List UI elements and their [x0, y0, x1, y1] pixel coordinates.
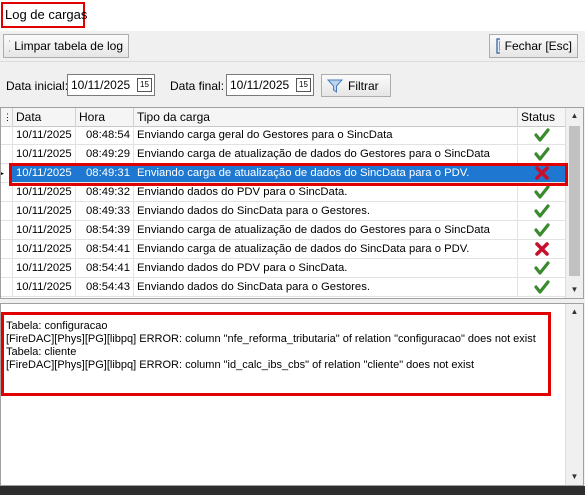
scroll-down-icon[interactable]: ▼ — [566, 469, 583, 485]
end-date-value: 10/11/2025 — [230, 78, 290, 92]
grid-scrollbar[interactable]: ▲ ▼ — [565, 108, 583, 298]
check-icon — [534, 261, 550, 275]
cell-type: Enviando dados do SincData para o Gestor… — [134, 202, 518, 220]
bottom-border — [0, 486, 585, 495]
grid-menu-icon[interactable]: ⋮ — [1, 108, 13, 126]
window-title: Log de cargas — [1, 2, 87, 28]
calendar-icon[interactable]: 15 — [137, 78, 152, 92]
check-icon — [534, 204, 550, 218]
cell-status — [518, 240, 567, 258]
close-label: Fechar [Esc] — [504, 39, 572, 53]
scroll-down-icon[interactable]: ▼ — [566, 282, 583, 298]
grid-header: ⋮ Data Hora Tipo da carga Status — [1, 108, 567, 127]
start-date-input[interactable]: 10/11/2025 15 — [67, 74, 155, 96]
cell-time: 08:48:54 — [76, 126, 134, 144]
cell-time: 08:54:43 — [76, 278, 134, 296]
column-header-type[interactable]: Tipo da carga — [134, 108, 518, 126]
cell-status — [518, 202, 567, 220]
scroll-up-icon[interactable]: ▲ — [566, 304, 583, 320]
title-bar: Log de cargas — [0, 0, 585, 31]
cell-status — [518, 221, 567, 239]
row-indicator-cell — [1, 145, 13, 163]
toolbar: Limpar tabela de log Fechar [Esc] — [0, 31, 585, 62]
cell-date: 10/11/2025 — [13, 240, 76, 258]
cell-date: 10/11/2025 — [13, 221, 76, 239]
end-date-label: Data final: — [170, 79, 225, 93]
row-indicator-cell — [1, 202, 13, 220]
row-pointer-icon: ▶ — [1, 164, 4, 182]
clear-log-label: Limpar tabela de log — [14, 39, 123, 53]
cell-status — [518, 126, 567, 144]
start-date-value: 10/11/2025 — [71, 78, 131, 92]
check-icon — [534, 185, 550, 199]
cell-type: Enviando dados do SincData para o Gestor… — [134, 278, 518, 296]
row-indicator-cell — [1, 240, 13, 258]
table-row[interactable]: 10/11/2025 08:48:54 Enviando carga geral d… — [1, 126, 567, 145]
cell-time: 08:54:41 — [76, 240, 134, 258]
cell-date: 10/11/2025 — [13, 259, 76, 277]
row-indicator-cell — [1, 126, 13, 144]
check-icon — [534, 128, 550, 142]
cell-time: 08:54:41 — [76, 259, 134, 277]
clear-log-button[interactable]: Limpar tabela de log — [3, 34, 129, 58]
cell-date: 10/11/2025 — [13, 278, 76, 296]
cell-time: 08:49:29 — [76, 145, 134, 163]
table-row[interactable]: 10/11/2025 08:49:33 Enviando dados do Sinc… — [1, 202, 567, 221]
cell-status — [518, 259, 567, 277]
cell-type: Enviando dados do PDV para o SincData. — [134, 259, 518, 277]
selected-row-highlight — [9, 163, 568, 186]
column-header-date[interactable]: Data — [13, 108, 76, 126]
filter-label: Filtrar — [348, 78, 379, 93]
cell-type: Enviando carga geral do Gestores para o … — [134, 126, 518, 144]
table-row[interactable]: 10/11/2025 08:54:41 Enviando carga de atua… — [1, 240, 567, 259]
cell-date: 10/11/2025 — [13, 202, 76, 220]
check-icon — [534, 280, 550, 294]
column-header-time[interactable]: Hora — [76, 108, 134, 126]
cell-date: 10/11/2025 — [13, 126, 76, 144]
calendar-icon[interactable]: 15 — [296, 78, 311, 92]
detail-scrollbar[interactable]: ▲ ▼ — [565, 304, 583, 485]
row-indicator-cell — [1, 278, 13, 296]
scroll-up-icon[interactable]: ▲ — [566, 108, 583, 124]
scroll-thumb[interactable] — [569, 126, 580, 276]
filter-bar: Data inicial: 10/11/2025 15 Data final: … — [0, 62, 585, 106]
cell-date: 10/11/2025 — [13, 145, 76, 163]
cell-status — [518, 145, 567, 163]
check-icon — [534, 147, 550, 161]
filter-button[interactable]: Filtrar — [321, 74, 391, 97]
log-grid[interactable]: ⋮ Data Hora Tipo da carga Status 10/11/2… — [0, 107, 584, 299]
table-row[interactable]: 10/11/2025 08:54:41 Enviando dados do PDV … — [1, 259, 567, 278]
cell-type: Enviando carga de atualização de dados d… — [134, 240, 518, 258]
close-button[interactable]: Fechar [Esc] — [489, 34, 578, 58]
row-indicator-cell — [1, 259, 13, 277]
table-row[interactable]: 10/11/2025 08:54:39 Enviando carga de atua… — [1, 221, 567, 240]
check-icon — [534, 223, 550, 237]
error-detail-highlight — [1, 312, 551, 396]
start-date-label: Data inicial: — [6, 79, 69, 93]
cell-type: Enviando carga de atualização de dados d… — [134, 145, 518, 163]
cell-status — [518, 278, 567, 296]
door-icon — [496, 38, 500, 54]
end-date-input[interactable]: 10/11/2025 15 — [226, 74, 314, 96]
funnel-icon — [327, 79, 343, 93]
cell-type: Enviando carga de atualização de dados d… — [134, 221, 518, 239]
column-header-status[interactable]: Status — [518, 108, 567, 126]
cell-time: 08:54:39 — [76, 221, 134, 239]
x-icon — [535, 242, 549, 256]
row-indicator-cell — [1, 221, 13, 239]
cell-time: 08:49:33 — [76, 202, 134, 220]
table-row[interactable]: 10/11/2025 08:54:43 Enviando dados do Sinc… — [1, 278, 567, 297]
table-row[interactable]: 10/11/2025 08:49:29 Enviando carga de atua… — [1, 145, 567, 164]
